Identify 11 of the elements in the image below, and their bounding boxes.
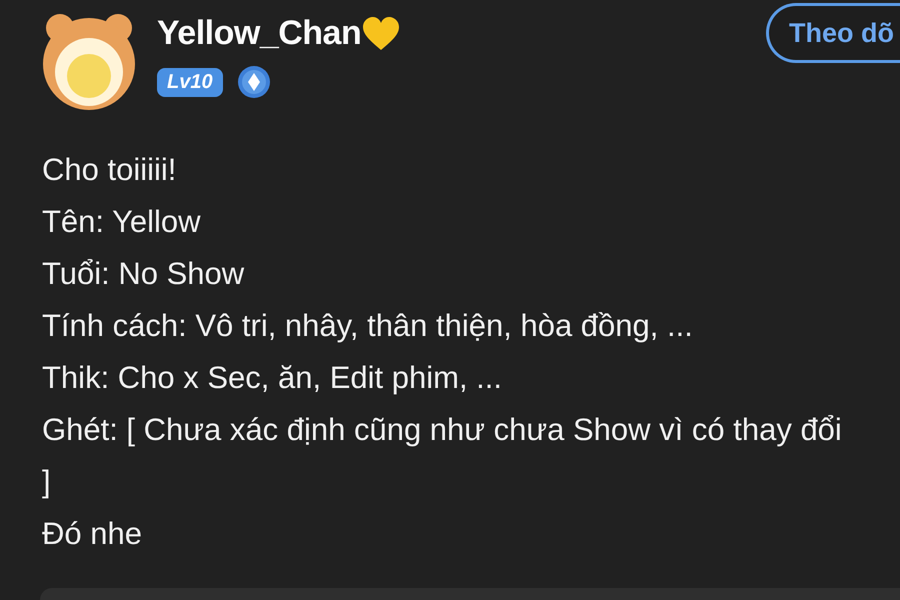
bio-line: Đó nhe <box>42 515 143 553</box>
level-badge: Lv10 <box>157 68 223 96</box>
heart-icon <box>361 16 402 52</box>
follow-button[interactable]: Theo dõ <box>766 3 900 63</box>
bio-line: Cho toiiiii! <box>42 151 178 189</box>
bio-line: Tên: Yellow <box>42 203 202 241</box>
username: Yellow_Chan <box>157 14 362 53</box>
bio-line: Ghét: [ Chưa xác định cũng như chưa Show vì có thay đổi ] <box>42 411 842 501</box>
bio-line: Thik: Cho x Sec, ăn, Edit phim, ... <box>42 359 504 397</box>
bio-line: Tính cách: Vô tri, nhây, thân thiện, hòa đồng, ... <box>42 307 694 345</box>
bio-line: Tuổi: No Show <box>42 255 246 293</box>
